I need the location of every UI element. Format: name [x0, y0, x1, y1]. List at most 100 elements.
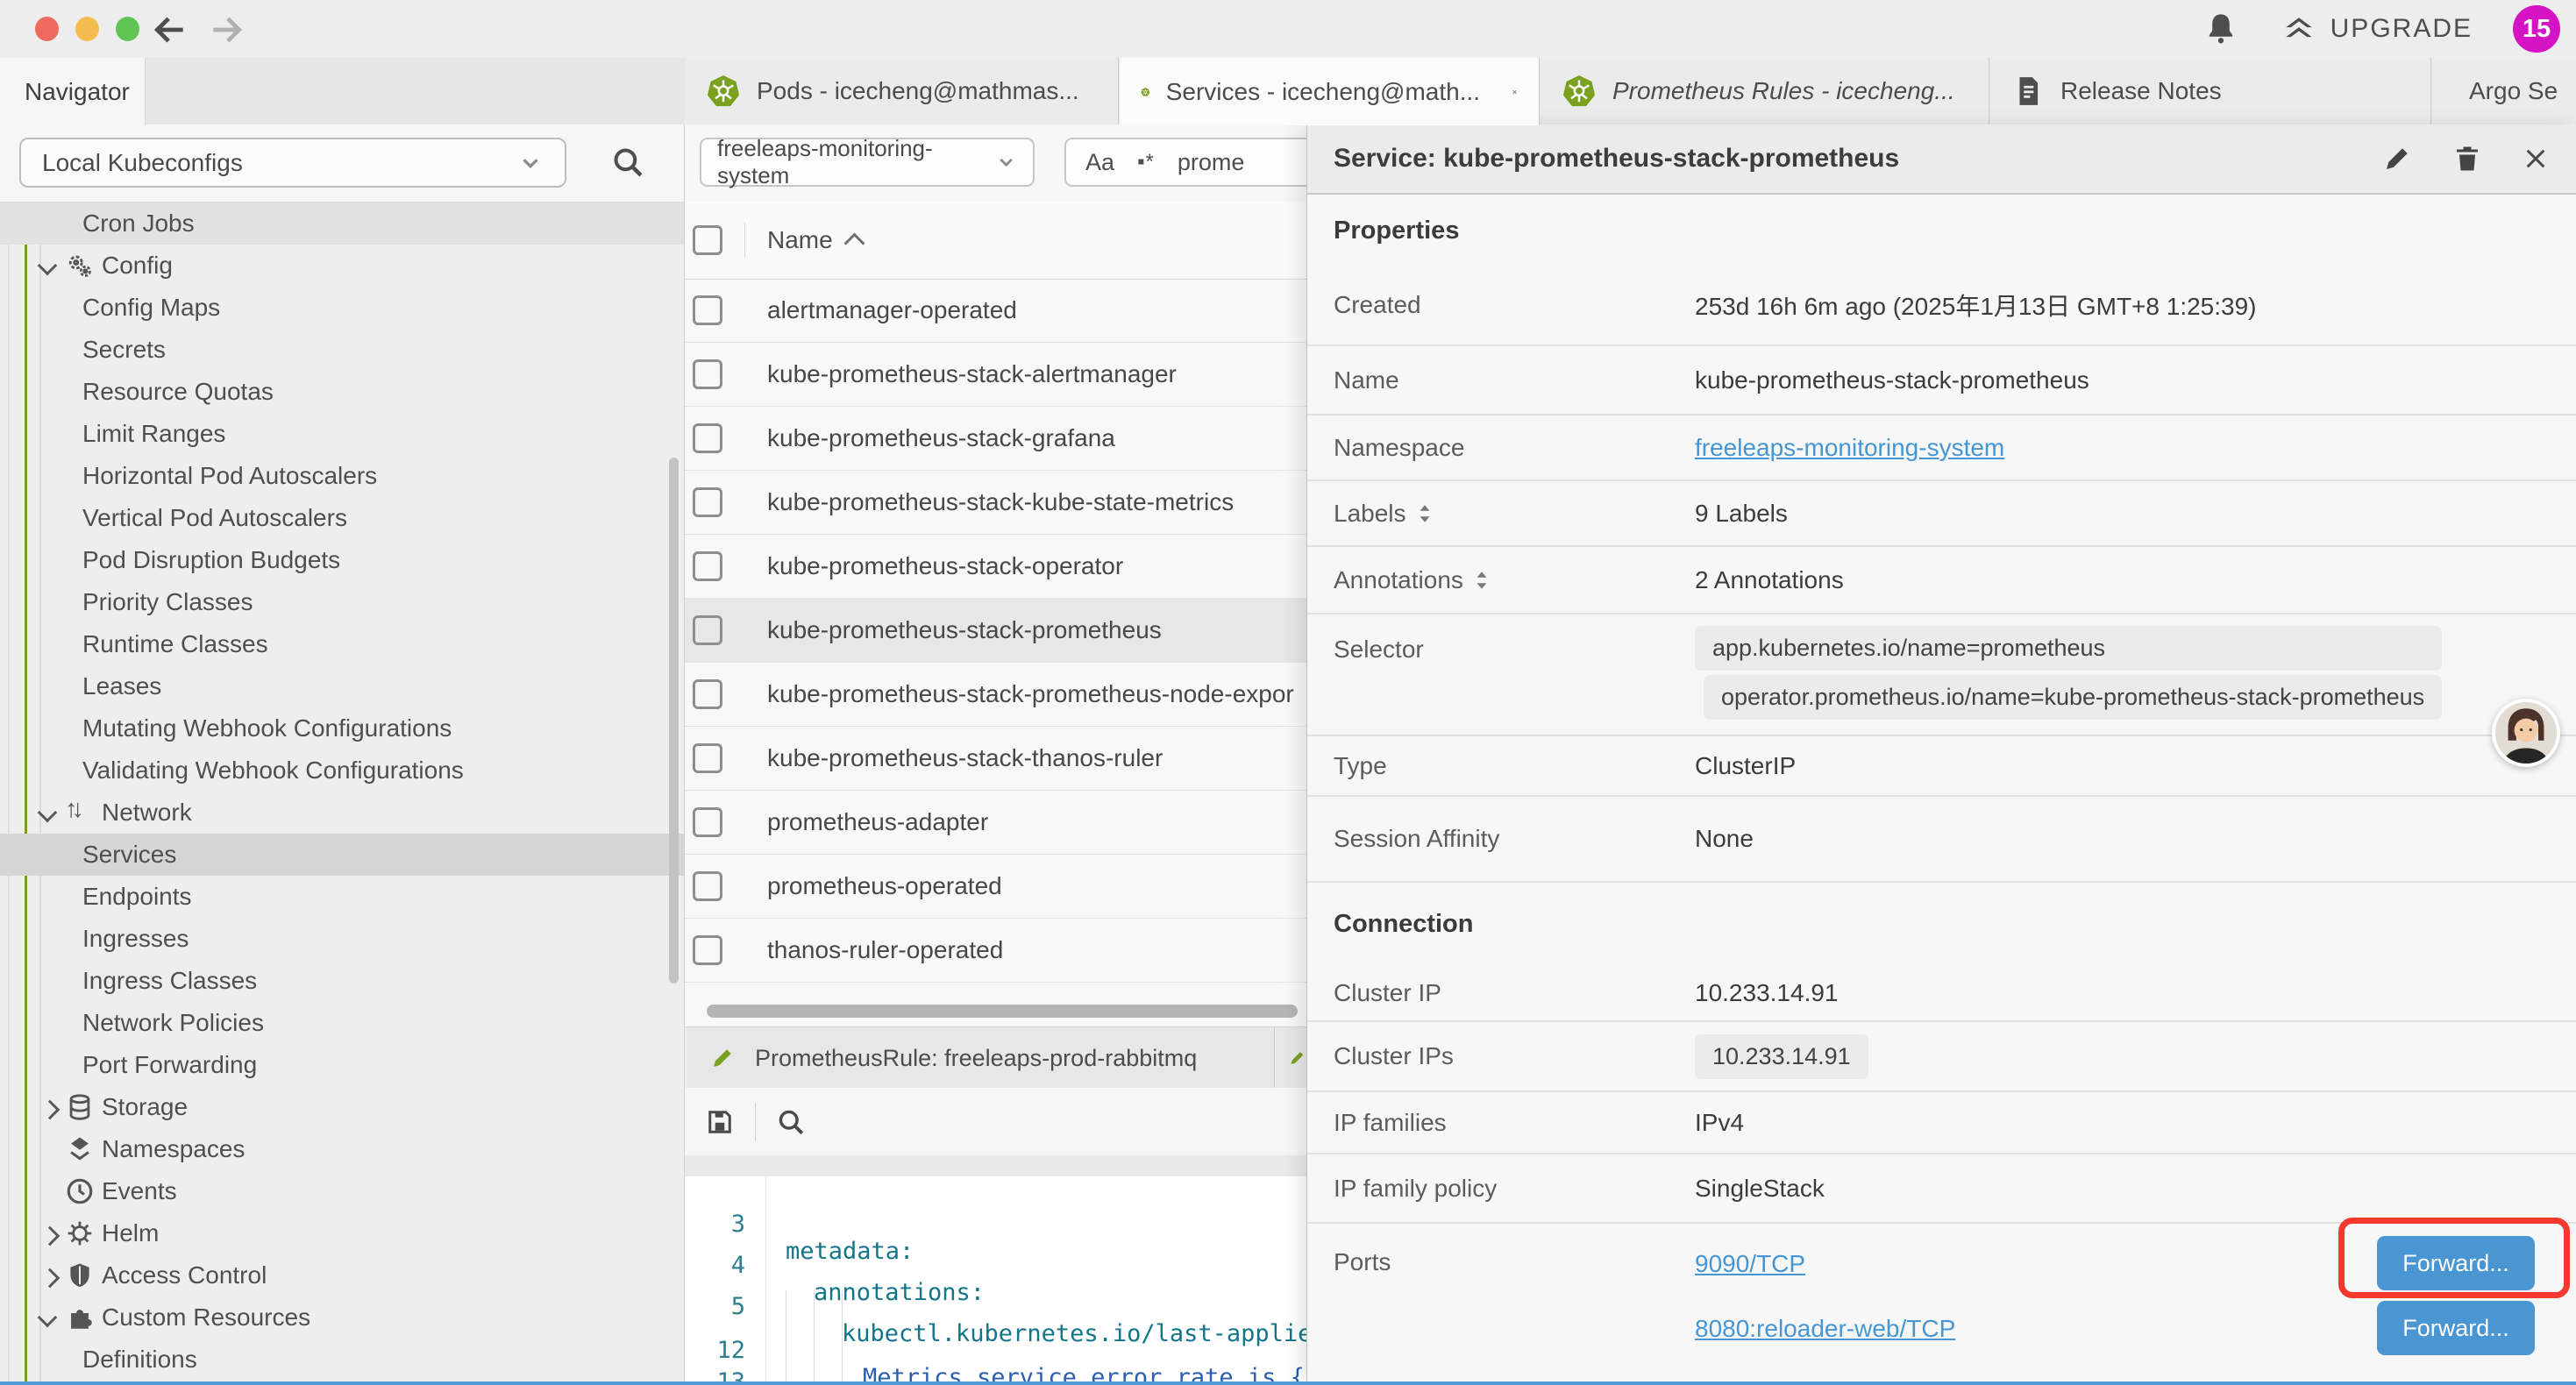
sidebar-group-custom-resources[interactable]: Custom Resources	[0, 1296, 684, 1339]
row-checkbox[interactable]	[693, 295, 722, 325]
row-checkbox[interactable]	[693, 423, 722, 453]
expand-collapse-icon[interactable]	[1474, 569, 1490, 592]
table-row[interactable]: alertmanager-operated	[685, 279, 1306, 343]
row-checkbox[interactable]	[693, 679, 722, 709]
save-icon[interactable]	[704, 1106, 736, 1138]
table-row[interactable]: kube-prometheus-stack-thanos-ruler	[685, 727, 1306, 791]
sidebar-group-helm[interactable]: Helm	[0, 1212, 684, 1254]
search-input[interactable]: Aa ▪* prome	[1064, 138, 1306, 187]
row-checkbox[interactable]	[693, 807, 722, 837]
sidebar-item-mutating-webhook-configurations[interactable]: Mutating Webhook Configurations	[0, 707, 684, 749]
tab-services[interactable]: Services - icecheng@math...	[1120, 58, 1540, 125]
sidebar-item-port-forwarding[interactable]: Port Forwarding	[0, 1044, 684, 1086]
row-checkbox[interactable]	[693, 487, 722, 517]
sidebar-item-cron-jobs[interactable]: Cron Jobs	[0, 202, 684, 245]
window-close-button[interactable]	[35, 17, 59, 41]
avatar-face	[2495, 702, 2557, 764]
row-checkbox[interactable]	[693, 551, 722, 581]
dock-tab-partial[interactable]	[1276, 1027, 1306, 1089]
sidebar-item-config-maps[interactable]: Config Maps	[0, 287, 684, 329]
close-icon[interactable]	[2522, 145, 2550, 173]
sidebar-group-network[interactable]: ↑↓ Network	[0, 792, 684, 834]
sidebar-item-resource-quotas[interactable]: Resource Quotas	[0, 371, 684, 413]
back-arrow-icon[interactable]	[151, 11, 189, 49]
sidebar-item-runtime-classes[interactable]: Runtime Classes	[0, 623, 684, 665]
sidebar-item-events[interactable]: Events	[0, 1170, 684, 1212]
window-minimize-button[interactable]	[75, 17, 99, 41]
navigator-tree: Cron Jobs Config Config Maps Secrets Res…	[0, 202, 684, 1381]
edit-pencil-icon[interactable]	[2381, 143, 2413, 174]
sidebar-item-limit-ranges[interactable]: Limit Ranges	[0, 413, 684, 455]
list-header-row: Name	[685, 202, 1306, 280]
match-case-toggle[interactable]: Aa	[1085, 149, 1114, 176]
port-forward-link[interactable]: 9090/TCP	[1695, 1250, 1805, 1278]
table-row[interactable]: kube-prometheus-stack-operator	[685, 535, 1306, 599]
tab-pods[interactable]: Pods - icecheng@mathmas...	[685, 58, 1119, 124]
sidebar-item-secrets[interactable]: Secrets	[0, 329, 684, 371]
profile-notification-badge[interactable]: 15	[2513, 5, 2560, 53]
sidebar-item-ingresses[interactable]: Ingresses	[0, 918, 684, 960]
table-row[interactable]: kube-prometheus-stack-grafana	[685, 407, 1306, 471]
sidebar-item-ingress-classes[interactable]: Ingress Classes	[0, 960, 684, 1002]
sidebar-group-config[interactable]: Config	[0, 245, 684, 287]
sidebar-item-horizontal-pod-autoscalers[interactable]: Horizontal Pod Autoscalers	[0, 455, 684, 497]
sidebar-scrollbar[interactable]	[669, 458, 679, 984]
name-column-header[interactable]: Name	[767, 226, 862, 254]
assistant-avatar[interactable]	[2492, 699, 2560, 767]
regex-toggle[interactable]: ▪*	[1137, 150, 1155, 174]
table-row[interactable]: prometheus-adapter	[685, 791, 1306, 855]
tab-argo[interactable]: Argo Se	[2432, 58, 2576, 124]
name-row: Name kube-prometheus-stack-prometheus	[1307, 346, 2576, 416]
table-row-selected[interactable]: kube-prometheus-stack-prometheus	[685, 599, 1306, 663]
sidebar-group-storage[interactable]: Storage	[0, 1086, 684, 1128]
delete-trash-icon[interactable]	[2451, 143, 2483, 174]
kubeconfig-select[interactable]: Local Kubeconfigs	[19, 138, 566, 188]
forward-arrow-icon[interactable]	[207, 11, 246, 49]
row-checkbox[interactable]	[693, 743, 722, 773]
sidebar-group-access-control[interactable]: Access Control	[0, 1254, 684, 1296]
close-tab-icon[interactable]	[1512, 81, 1518, 103]
sidebar-item-definitions[interactable]: Definitions	[0, 1339, 684, 1381]
upgrade-button[interactable]: UPGRADE	[2280, 10, 2473, 48]
row-checkbox[interactable]	[693, 615, 722, 645]
chevron-down-icon	[38, 1308, 58, 1328]
row-checkbox[interactable]	[693, 359, 722, 389]
table-row[interactable]: kube-prometheus-stack-alertmanager	[685, 343, 1306, 407]
dock-tab-prometheusrule[interactable]: PrometheusRule: freeleaps-prod-rabbitmq	[687, 1027, 1275, 1089]
row-checkbox[interactable]	[693, 935, 722, 965]
navigator-panel-tab[interactable]: Navigator	[0, 58, 146, 125]
sidebar-item-priority-classes[interactable]: Priority Classes	[0, 581, 684, 623]
horizontal-scrollbar[interactable]	[707, 1005, 1298, 1018]
notifications-bell-icon[interactable]	[2202, 11, 2239, 47]
namespace-link[interactable]: freeleaps-monitoring-system	[1695, 434, 2004, 462]
puzzle-icon	[65, 1303, 95, 1332]
sidebar-item-validating-webhook-configurations[interactable]: Validating Webhook Configurations	[0, 749, 684, 792]
sidebar-item-leases[interactable]: Leases	[0, 665, 684, 707]
forward-button[interactable]: Forward...	[2377, 1301, 2535, 1355]
port-forward-link[interactable]: 8080:reloader-web/TCP	[1695, 1315, 1955, 1343]
cluster-ip-row: Cluster IP 10.233.14.91	[1307, 966, 2576, 1022]
window-zoom-button[interactable]	[116, 17, 139, 41]
window-titlebar: UPGRADE 15	[0, 0, 2576, 59]
search-icon[interactable]	[775, 1106, 807, 1138]
sidebar-item-pod-disruption-budgets[interactable]: Pod Disruption Budgets	[0, 539, 684, 581]
table-row[interactable]: kube-prometheus-stack-prometheus-node-ex…	[685, 663, 1306, 727]
yaml-editor[interactable]: 3 metadata: 4 annotations: 5 kubectl.kub…	[685, 1176, 1306, 1381]
table-row[interactable]: kube-prometheus-stack-kube-state-metrics	[685, 471, 1306, 535]
cluster-ip-badge: 10.233.14.91	[1695, 1034, 1868, 1079]
sidebar-item-endpoints[interactable]: Endpoints	[0, 876, 684, 918]
search-icon[interactable]	[609, 144, 646, 181]
row-checkbox[interactable]	[693, 871, 722, 901]
table-row[interactable]: thanos-ruler-operated	[685, 919, 1306, 983]
namespace-filter-select[interactable]: freeleaps-monitoring-system	[700, 138, 1035, 187]
sidebar-item-services[interactable]: Services	[0, 834, 684, 876]
sidebar-item-vertical-pod-autoscalers[interactable]: Vertical Pod Autoscalers	[0, 497, 684, 539]
select-all-checkbox[interactable]	[693, 225, 722, 255]
expand-collapse-icon[interactable]	[1417, 502, 1433, 525]
tab-release-notes[interactable]: Release Notes	[1990, 58, 2431, 124]
tab-prometheus-rules[interactable]: Prometheus Rules - icecheng...	[1541, 58, 1989, 124]
sidebar-item-network-policies[interactable]: Network Policies	[0, 1002, 684, 1044]
table-row[interactable]: prometheus-operated	[685, 855, 1306, 919]
sidebar-item-namespaces[interactable]: Namespaces	[0, 1128, 684, 1170]
clock-icon	[65, 1176, 95, 1206]
